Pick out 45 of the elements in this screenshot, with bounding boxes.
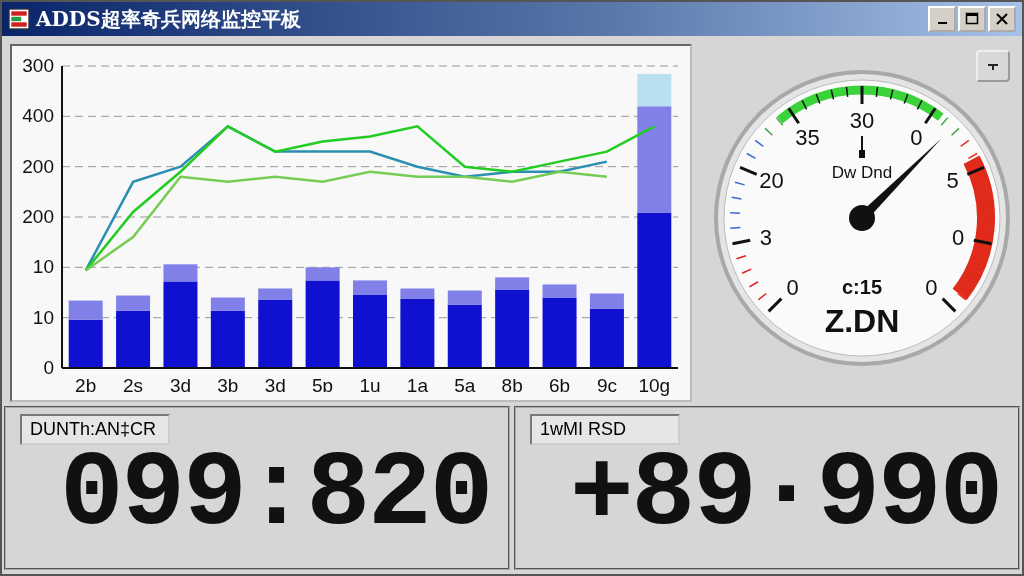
minimize-icon bbox=[937, 22, 947, 24]
axis-label: 0 bbox=[43, 357, 54, 378]
gauge-scale-label: 35 bbox=[795, 124, 820, 150]
axis-label: 9c bbox=[596, 375, 617, 396]
gauge-scale-label: 0 bbox=[786, 275, 799, 301]
axis-label: 8b bbox=[501, 375, 523, 396]
gauge-scale-label: 0 bbox=[952, 225, 965, 251]
axis-label: 400 bbox=[22, 105, 54, 127]
counter-label: 1wMI RSD bbox=[530, 414, 680, 445]
counter-value: 099:820 bbox=[60, 445, 492, 545]
axis-label: 2s bbox=[123, 375, 144, 396]
axis-label: 3d bbox=[169, 375, 192, 396]
axis-label: 5ɒ bbox=[312, 375, 334, 396]
gauge-scale-label: 0 bbox=[910, 124, 923, 150]
axis-label: 5a bbox=[454, 375, 476, 396]
pin-button[interactable] bbox=[976, 50, 1010, 82]
close-icon bbox=[995, 12, 1009, 26]
gauge-reading: c:15 bbox=[842, 276, 882, 298]
gauge-caption: Z.DN bbox=[824, 303, 900, 339]
gauge-scale-label: 5 bbox=[946, 168, 959, 194]
axis-label: 3b bbox=[217, 375, 239, 396]
axis-label: 10 bbox=[32, 306, 54, 328]
gauge-scale-label: 30 bbox=[849, 108, 875, 133]
counter-value: +89·990 bbox=[570, 445, 1002, 545]
axis-label: 300 bbox=[22, 55, 54, 76]
axis-label: 200 bbox=[22, 206, 54, 227]
axis-label: 200 bbox=[22, 155, 54, 177]
axis-label: 1u bbox=[359, 375, 381, 396]
axis-label: 1a bbox=[406, 375, 428, 396]
maximize-icon bbox=[965, 12, 979, 26]
window-title: ADDS超率奇兵网络监控平板 bbox=[36, 5, 301, 33]
counter-label: DUNTh:AN‡CR bbox=[20, 414, 170, 445]
axis-label: 10g bbox=[638, 375, 671, 396]
maximize-button[interactable] bbox=[958, 6, 986, 32]
gauge-unit: Dw Dnd bbox=[831, 163, 893, 182]
app-icon bbox=[8, 8, 30, 30]
gauge-scale-label: 0 bbox=[925, 275, 938, 301]
axis-label: 3d bbox=[264, 375, 286, 396]
close-button[interactable] bbox=[988, 6, 1016, 32]
minimize-button[interactable] bbox=[928, 6, 956, 32]
gauge-scale-label: 20 bbox=[759, 168, 784, 194]
axis-label: 10 bbox=[32, 256, 54, 278]
axis-label: 2b bbox=[75, 375, 97, 396]
axis-label: 6b bbox=[548, 375, 571, 396]
gauge-scale-label: 3 bbox=[759, 225, 772, 251]
